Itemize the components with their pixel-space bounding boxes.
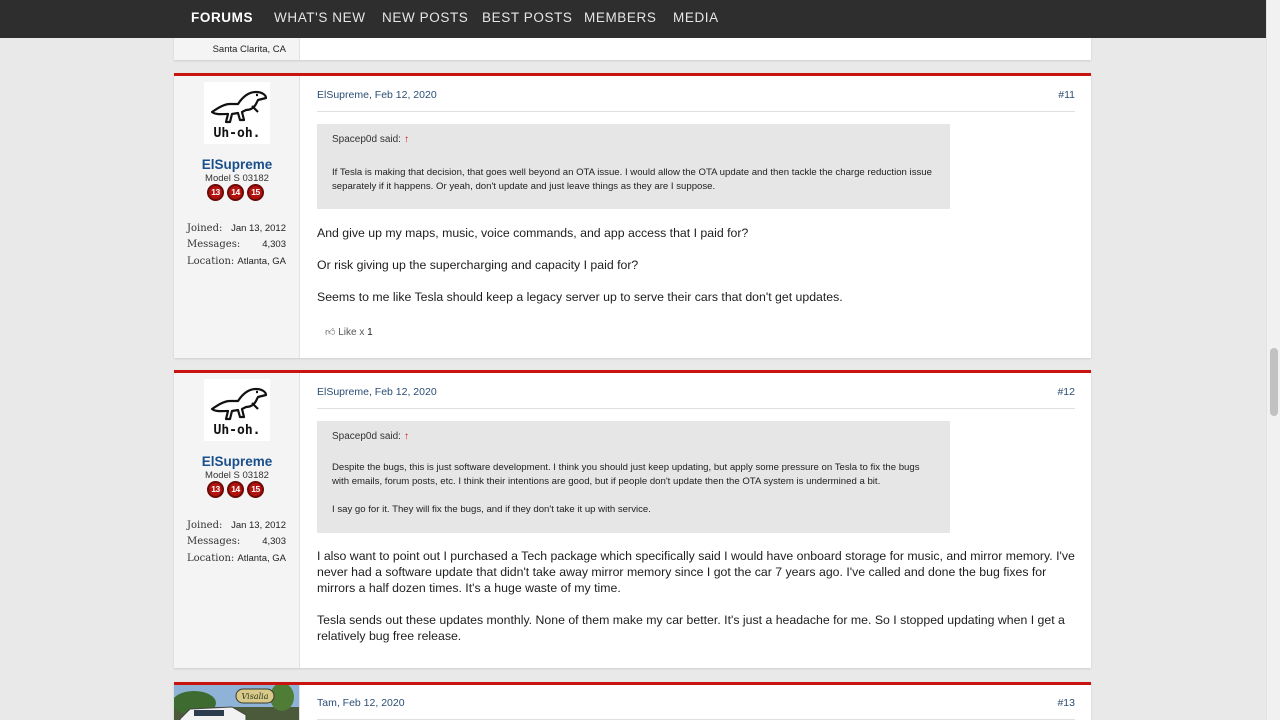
meta-divider <box>317 408 1075 409</box>
post-11: Uh-oh. ElSupreme Model S 03182 13 14 15 … <box>174 73 1091 358</box>
trophy-badges: 13 14 15 <box>207 184 269 202</box>
user-title: Model S 03182 <box>205 470 269 481</box>
post-user-sidebar: Uh-oh. ElSupreme Model S 03182 13 14 15 … <box>174 76 300 358</box>
svg-text:Visalia: Visalia <box>242 692 269 701</box>
post-number-link[interactable]: #11 <box>1058 89 1075 101</box>
messages-value: 4,303 <box>262 239 286 250</box>
badge-14-icon: 14 <box>227 481 244 498</box>
dinosaur-avatar-icon: Uh-oh. <box>210 90 268 141</box>
badge-15-icon: 15 <box>247 184 264 201</box>
joined-value: Jan 13, 2012 <box>231 223 286 234</box>
trophy-badges: 13 14 15 <box>207 481 269 499</box>
post-12: Uh-oh. ElSupreme Model S 03182 13 14 15 … <box>174 370 1091 668</box>
nav-media[interactable]: Media <box>673 0 719 38</box>
top-navigation: Forums What's new New posts Best posts M… <box>0 0 1266 38</box>
user-title: Model S 03182 <box>205 173 269 184</box>
post-paragraph: Tesla sends out these updates monthly. N… <box>317 613 1065 643</box>
meta-divider <box>317 111 1075 112</box>
like-label: Like x <box>338 327 365 338</box>
location-value: Atlanta, GA <box>237 256 286 267</box>
username[interactable]: ElSupreme <box>174 454 300 469</box>
jump-to-quote-icon[interactable]: ↑ <box>404 431 409 442</box>
messages-value: 4,303 <box>262 536 286 547</box>
quote-author: Spacep0d said: <box>332 134 401 145</box>
quote-block: Spacep0d said: ↑ If Tesla is making that … <box>317 124 950 209</box>
location-label: Location: <box>187 256 235 267</box>
car-scene-avatar-icon[interactable]: Visalia <box>174 685 300 720</box>
user-avatar[interactable]: Uh-oh. <box>204 379 270 441</box>
post-number-link[interactable]: #13 <box>1057 697 1075 709</box>
previous-location-value: Santa Clarita, CA <box>212 44 286 55</box>
nav-members[interactable]: Members <box>584 0 656 38</box>
post-paragraph: I also want to point out I purchased a T… <box>317 549 1075 595</box>
messages-label: Messages: <box>187 239 241 250</box>
page-scrollbar[interactable] <box>1266 0 1280 720</box>
quote-header[interactable]: Spacep0d said: ↑ <box>332 431 409 442</box>
location-label: Location: <box>187 553 235 564</box>
badge-14-icon: 14 <box>227 184 244 201</box>
user-avatar[interactable]: Uh-oh. <box>204 82 270 144</box>
dinosaur-avatar-icon: Uh-oh. <box>210 387 268 438</box>
like-reaction[interactable]: 👍︎ Like x 1 <box>325 326 373 338</box>
quote-author: Spacep0d said: <box>332 431 401 442</box>
joined-value: Jan 13, 2012 <box>231 520 286 531</box>
username[interactable]: ElSupreme <box>174 157 300 172</box>
post-paragraph: And give up my maps, music, voice comman… <box>317 226 749 240</box>
quote-text: I say go for it. They will fix the bugs,… <box>332 504 651 515</box>
nav-best-posts[interactable]: Best posts <box>482 0 573 38</box>
nav-new-posts[interactable]: New posts <box>382 0 468 38</box>
badge-13-icon: 13 <box>207 481 224 498</box>
joined-label: Joined: <box>187 520 223 531</box>
post-author-date[interactable]: ElSupreme, Feb 12, 2020 <box>317 89 437 101</box>
messages-label: Messages: <box>187 536 241 547</box>
quote-text: If Tesla is making that decision, that g… <box>332 167 932 192</box>
quote-header[interactable]: Spacep0d said: ↑ <box>332 134 409 145</box>
post-user-sidebar: Uh-oh. ElSupreme Model S 03182 13 14 15 … <box>174 373 300 668</box>
joined-label: Joined: <box>187 223 223 234</box>
svg-text:Uh-oh.: Uh-oh. <box>214 126 261 141</box>
post-author-date[interactable]: ElSupreme, Feb 12, 2020 <box>317 386 437 398</box>
quote-block: Spacep0d said: ↑ Despite the bugs, this i… <box>317 421 950 533</box>
scrollbar-thumb[interactable] <box>1270 348 1278 416</box>
badge-15-icon: 15 <box>247 481 264 498</box>
post-author-date[interactable]: Tam, Feb 12, 2020 <box>317 697 405 709</box>
location-value: Atlanta, GA <box>237 553 286 564</box>
badge-13-icon: 13 <box>207 184 224 201</box>
quote-text: Despite the bugs, this is just software … <box>332 462 920 487</box>
nav-whats-new[interactable]: What's new <box>274 0 366 38</box>
post-number-link[interactable]: #12 <box>1057 386 1075 398</box>
thumbs-up-icon: 👍︎ <box>325 327 336 338</box>
jump-to-quote-icon[interactable]: ↑ <box>404 134 409 145</box>
svg-text:Uh-oh.: Uh-oh. <box>214 423 261 438</box>
post-paragraph: Seems to me like Tesla should keep a leg… <box>317 290 843 304</box>
like-count: 1 <box>367 327 373 338</box>
post-13: Visalia Tam, Feb 12, 2020 #13 <box>174 682 1091 720</box>
post-user-sidebar: Visalia <box>174 685 300 720</box>
nav-forums[interactable]: Forums <box>191 0 253 38</box>
post-paragraph: Or risk giving up the supercharging and … <box>317 258 639 272</box>
